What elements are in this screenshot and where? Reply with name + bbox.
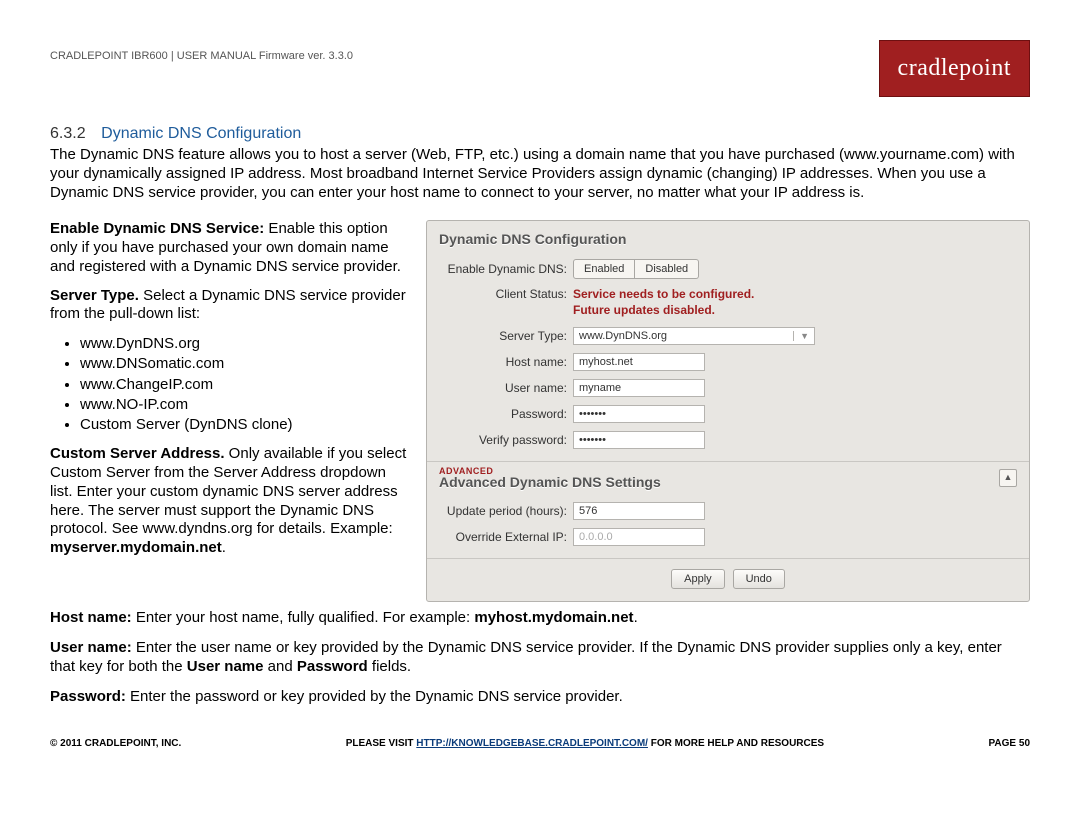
provider-list: www.DynDNS.org www.DNSomatic.com www.Cha… — [80, 334, 408, 435]
brand-logo: cradlepoint — [879, 40, 1030, 97]
host-name-input[interactable]: myhost.net — [573, 353, 705, 371]
config-panel: Dynamic DNS Configuration Enable Dynamic… — [426, 220, 1030, 602]
update-period-input[interactable]: 576 — [573, 502, 705, 520]
update-period-label: Update period (hours): — [439, 504, 573, 518]
host-name-desc: Host name: Enter your host name, fully q… — [50, 608, 1030, 628]
user-name-desc: User name: Enter the user name or key pr… — [50, 638, 1030, 677]
user-name-input[interactable]: myname — [573, 379, 705, 397]
password-label: Password: — [439, 407, 573, 421]
section-title: Dynamic DNS Configuration — [101, 125, 301, 142]
section-number: 6.3.2 — [50, 125, 86, 142]
collapse-icon[interactable]: ▲ — [999, 469, 1017, 487]
list-item: www.DNSomatic.com — [80, 354, 408, 374]
password-desc: Password: Enter the password or key prov… — [50, 687, 1030, 707]
client-status-value-2: Future updates disabled. — [427, 303, 1029, 317]
server-type-label: Server Type: — [439, 329, 573, 343]
apply-button[interactable]: Apply — [671, 569, 725, 589]
host-name-label: Host name: — [439, 355, 573, 369]
disabled-button[interactable]: Disabled — [635, 259, 699, 279]
footer-page: PAGE 50 — [989, 738, 1031, 749]
advanced-title: Advanced Dynamic DNS Settings — [439, 474, 661, 490]
server-type-desc: Server Type. Select a Dynamic DNS servic… — [50, 287, 408, 325]
server-type-select[interactable]: www.DynDNS.org ▼ — [573, 327, 815, 345]
override-ip-label: Override External IP: — [439, 530, 573, 544]
chevron-down-icon: ▼ — [793, 331, 809, 341]
custom-server-desc: Custom Server Address. Only available if… — [50, 445, 408, 558]
list-item: www.ChangeIP.com — [80, 375, 408, 395]
panel-title: Dynamic DNS Configuration — [427, 221, 1029, 255]
enable-desc: Enable Dynamic DNS Service: Enable this … — [50, 220, 408, 276]
verify-password-input[interactable]: ••••••• — [573, 431, 705, 449]
client-status-value: Service needs to be configured. — [573, 287, 754, 301]
verify-password-label: Verify password: — [439, 433, 573, 447]
password-input[interactable]: ••••••• — [573, 405, 705, 423]
manual-header: CRADLEPOINT IBR600 | USER MANUAL Firmwar… — [50, 40, 353, 62]
user-name-label: User name: — [439, 381, 573, 395]
list-item: Custom Server (DynDNS clone) — [80, 415, 408, 435]
client-status-label: Client Status: — [439, 287, 573, 301]
override-ip-input[interactable]: 0.0.0.0 — [573, 528, 705, 546]
list-item: www.DynDNS.org — [80, 334, 408, 354]
undo-button[interactable]: Undo — [733, 569, 785, 589]
enable-ddns-label: Enable Dynamic DNS: — [439, 262, 573, 276]
footer-help: PLEASE VISIT HTTP://KNOWLEDGEBASE.CRADLE… — [346, 738, 824, 749]
enabled-button[interactable]: Enabled — [573, 259, 635, 279]
list-item: www.NO-IP.com — [80, 395, 408, 415]
footer-copyright: © 2011 CRADLEPOINT, INC. — [50, 738, 181, 749]
footer-link[interactable]: HTTP://KNOWLEDGEBASE.CRADLEPOINT.COM/ — [416, 738, 648, 749]
intro-paragraph: The Dynamic DNS feature allows you to ho… — [50, 146, 1030, 202]
